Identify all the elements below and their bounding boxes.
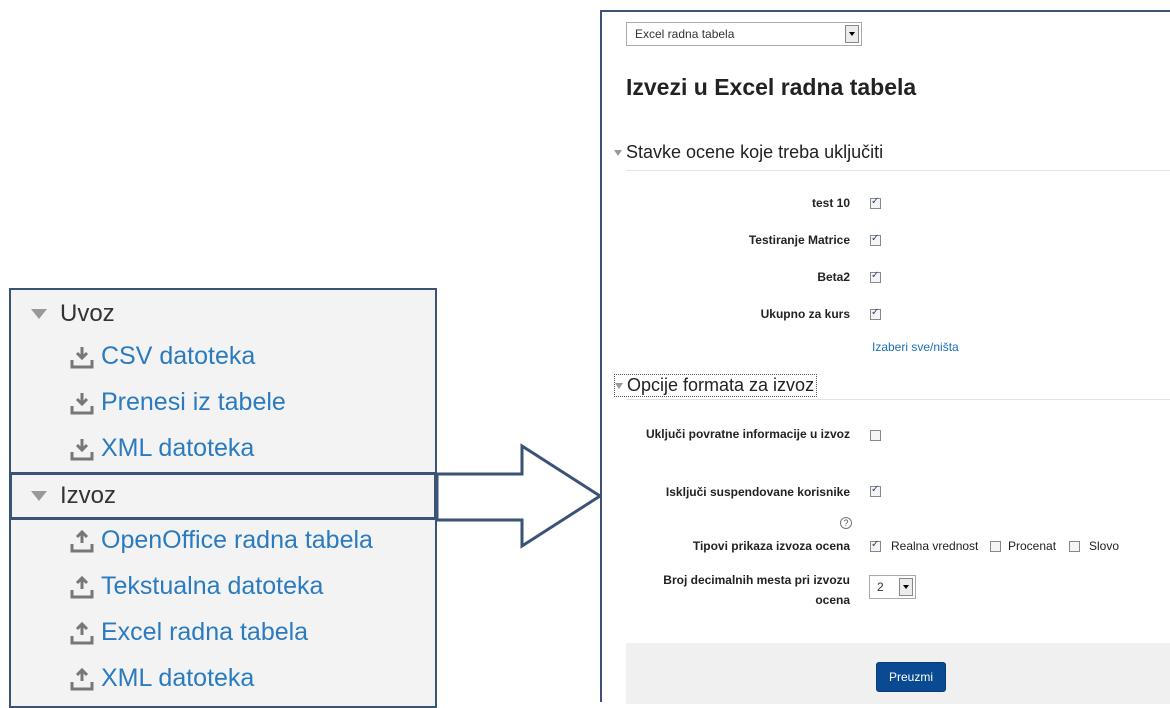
grade-item-checkbox[interactable]	[870, 233, 881, 246]
section-legend-label: Opcije formata za izvoz	[627, 375, 815, 395]
grade-item-label: test 10	[811, 196, 850, 210]
section-divider	[626, 399, 1170, 400]
grade-item-label: Testiranje Matrice	[748, 233, 850, 247]
display-type-real-checkbox[interactable]	[870, 539, 881, 552]
grade-items-section-toggle[interactable]: Stavke ocene koje treba uključiti	[614, 142, 883, 163]
grade-item-checkbox[interactable]	[870, 307, 881, 320]
export-form-panel: Excel radna tabela Izvezi u Excel radna …	[600, 10, 1170, 704]
include-feedback-checkbox[interactable]	[870, 430, 881, 441]
select-all-none-link[interactable]: Izaberi sve/ništa	[872, 340, 959, 354]
grade-item-checkbox[interactable]	[870, 196, 881, 209]
display-type-letter-label: Slovo	[1089, 539, 1120, 553]
collapse-triangle-icon	[614, 149, 622, 156]
section-divider	[626, 170, 1170, 171]
grade-item-checkbox[interactable]	[870, 270, 881, 283]
grade-item-label: Beta2	[817, 270, 850, 284]
chevron-down-icon[interactable]	[899, 578, 913, 596]
decimal-places-select[interactable]: 2	[869, 575, 916, 599]
decimal-places-label: Broj decimalnih mesta pri izvozu ocena	[663, 573, 850, 607]
exclude-suspended-checkbox[interactable]	[870, 484, 881, 497]
display-type-real-label: Realna vrednost	[891, 539, 979, 553]
display-type-percent-label: Procenat	[1008, 539, 1057, 553]
grade-item-label: Ukupno za kurs	[760, 307, 850, 321]
section-legend-label: Stavke ocene koje treba uključiti	[626, 142, 884, 162]
display-type-letter-checkbox[interactable]	[1069, 541, 1080, 552]
form-footer: Preuzmi	[626, 643, 1170, 704]
export-options-section-toggle[interactable]: Opcije formata za izvoz	[614, 374, 818, 397]
download-button[interactable]: Preuzmi	[876, 662, 946, 692]
display-types-label: Tipovi prikaza izvoza ocena	[692, 539, 850, 553]
chevron-down-icon[interactable]	[845, 25, 859, 43]
page-title: Izvezi u Excel radna tabela	[626, 74, 917, 100]
help-icon[interactable]: ?	[840, 517, 852, 529]
format-select-value: Excel radna tabela	[635, 27, 735, 41]
decimal-places-value: 2	[877, 580, 884, 594]
collapse-triangle-icon	[615, 382, 623, 389]
display-type-percent-checkbox[interactable]	[990, 541, 1001, 552]
include-feedback-label: Uključi povratne informacije u izvoz	[645, 427, 850, 441]
exclude-suspended-label: Isključi suspendovane korisnike	[665, 485, 850, 499]
export-format-select[interactable]: Excel radna tabela	[626, 22, 862, 46]
